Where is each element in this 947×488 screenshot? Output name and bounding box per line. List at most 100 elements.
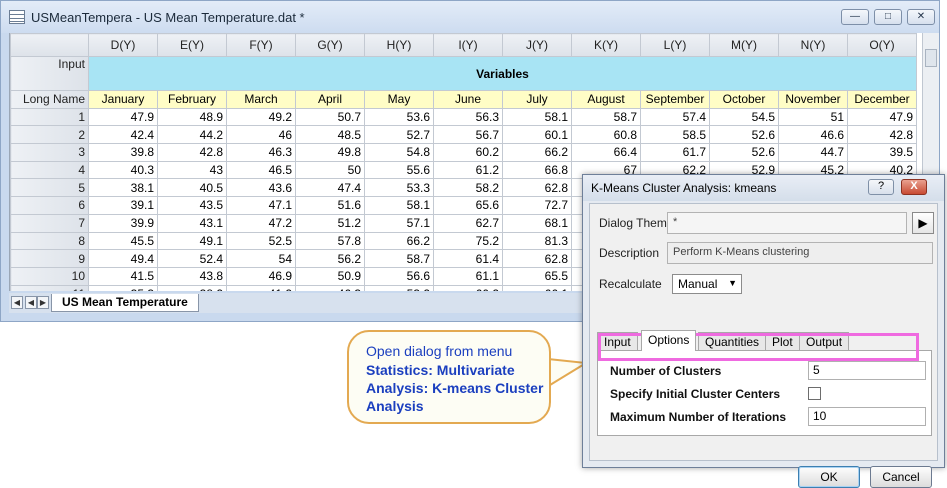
minimize-button[interactable]: — (841, 9, 869, 25)
row-header[interactable]: 5 (10, 178, 89, 198)
data-cell[interactable]: 47.1 (226, 196, 296, 215)
data-cell[interactable]: 44.7 (778, 143, 848, 162)
column-header[interactable]: K(Y) (571, 33, 641, 57)
data-cell[interactable]: 47.2 (226, 213, 296, 233)
input-cell[interactable]: Variables (88, 56, 917, 91)
data-cell[interactable]: 49.2 (226, 107, 296, 127)
data-cell[interactable]: 51 (778, 107, 848, 127)
data-cell[interactable]: 46.6 (778, 125, 848, 145)
data-cell[interactable]: 39.5 (847, 143, 917, 162)
data-cell[interactable]: 61.2 (433, 160, 503, 180)
data-cell[interactable]: 40.3 (88, 160, 158, 180)
data-cell[interactable]: 49.1 (157, 231, 227, 251)
long-name-cell[interactable]: October (709, 90, 779, 109)
data-cell[interactable]: 48.5 (295, 125, 365, 145)
data-cell[interactable]: 41.5 (88, 266, 158, 286)
long-name-cell[interactable]: June (433, 90, 503, 109)
data-cell[interactable]: 39.8 (88, 143, 158, 162)
data-cell[interactable]: 40.5 (157, 178, 227, 198)
long-name-cell[interactable]: April (295, 90, 365, 109)
data-cell[interactable]: 61.7 (640, 143, 710, 162)
column-header[interactable]: H(Y) (364, 33, 434, 57)
data-cell[interactable]: 44.2 (157, 125, 227, 145)
data-cell[interactable]: 46 (226, 125, 296, 145)
data-cell[interactable]: 81.3 (502, 231, 572, 251)
sheet-tab-us-mean-temperature[interactable]: US Mean Temperature (51, 294, 199, 312)
data-cell[interactable]: 58.7 (364, 249, 434, 268)
column-header[interactable]: L(Y) (640, 33, 710, 57)
data-cell[interactable]: 38.1 (88, 178, 158, 198)
data-cell[interactable]: 43 (157, 160, 227, 180)
row-header[interactable]: 6 (10, 196, 89, 215)
column-header[interactable]: O(Y) (847, 33, 917, 57)
dialog-titlebar[interactable]: K-Means Cluster Analysis: kmeans ? X (583, 175, 944, 201)
long-name-cell[interactable]: January (88, 90, 158, 109)
data-cell[interactable]: 46.3 (295, 284, 365, 291)
theme-menu-arrow-icon[interactable]: ▶ (912, 212, 934, 234)
data-cell[interactable]: 52.6 (709, 143, 779, 162)
row-header[interactable]: 2 (10, 125, 89, 145)
data-cell[interactable]: 68.1 (502, 213, 572, 233)
data-cell[interactable]: 55.6 (364, 160, 434, 180)
data-cell[interactable]: 60.1 (502, 125, 572, 145)
data-cell[interactable]: 56.3 (433, 107, 503, 127)
data-cell[interactable]: 42.4 (88, 125, 158, 145)
data-cell[interactable]: 60.2 (433, 284, 503, 291)
long-name-cell[interactable]: March (226, 90, 296, 109)
ok-button[interactable]: OK (798, 466, 860, 488)
data-cell[interactable]: 58.5 (640, 125, 710, 145)
data-cell[interactable]: 58.1 (364, 196, 434, 215)
column-header[interactable]: N(Y) (778, 33, 848, 57)
data-cell[interactable]: 39.9 (88, 213, 158, 233)
row-header[interactable]: 11 (10, 284, 89, 291)
data-cell[interactable]: 42.8 (157, 143, 227, 162)
data-cell[interactable]: 51.2 (295, 213, 365, 233)
data-cell[interactable]: 47.9 (847, 107, 917, 127)
data-cell[interactable]: 56.7 (433, 125, 503, 145)
data-cell[interactable]: 66.2 (364, 231, 434, 251)
data-cell[interactable]: 43.5 (157, 196, 227, 215)
data-cell[interactable]: 65.5 (502, 266, 572, 286)
row-header[interactable]: 1 (10, 107, 89, 127)
data-cell[interactable]: 52.7 (364, 125, 434, 145)
next-sheet-icon[interactable]: ▶ (37, 296, 49, 309)
data-cell[interactable]: 35.3 (88, 284, 158, 291)
worksheet-titlebar[interactable]: USMeanTempera - US Mean Temperature.dat … (1, 1, 939, 33)
data-cell[interactable]: 53.2 (364, 284, 434, 291)
dialog-theme-field[interactable]: * (667, 212, 907, 234)
data-cell[interactable]: 66.8 (502, 160, 572, 180)
data-cell[interactable]: 54 (226, 249, 296, 268)
data-cell[interactable]: 52.4 (157, 249, 227, 268)
row-header[interactable]: 3 (10, 143, 89, 162)
column-header[interactable]: E(Y) (157, 33, 227, 57)
long-name-cell[interactable]: February (157, 90, 227, 109)
initial-centers-checkbox[interactable] (808, 387, 821, 400)
data-cell[interactable]: 66.4 (571, 143, 641, 162)
data-cell[interactable]: 52.5 (226, 231, 296, 251)
data-cell[interactable]: 50.9 (295, 266, 365, 286)
data-cell[interactable]: 66.2 (502, 143, 572, 162)
column-header[interactable]: J(Y) (502, 33, 572, 57)
data-cell[interactable]: 48.9 (157, 107, 227, 127)
data-cell[interactable]: 58.7 (571, 107, 641, 127)
data-cell[interactable]: 50.7 (295, 107, 365, 127)
tab-options[interactable]: Options (641, 330, 697, 351)
data-cell[interactable]: 43.6 (226, 178, 296, 198)
prev-sheet-icon[interactable]: ◀ (25, 296, 37, 309)
data-cell[interactable]: 72.7 (502, 196, 572, 215)
column-header[interactable]: G(Y) (295, 33, 365, 57)
max-iterations-input[interactable]: 10 (808, 407, 926, 426)
data-cell[interactable]: 53.6 (364, 107, 434, 127)
cancel-button[interactable]: Cancel (870, 466, 932, 488)
first-sheet-icon[interactable]: ◀ (11, 296, 23, 309)
data-cell[interactable]: 60.2 (433, 143, 503, 162)
data-cell[interactable]: 43.8 (157, 266, 227, 286)
data-cell[interactable]: 54.8 (364, 143, 434, 162)
data-cell[interactable]: 58.1 (502, 107, 572, 127)
data-cell[interactable]: 61.4 (433, 249, 503, 268)
data-cell[interactable]: 38.2 (157, 284, 227, 291)
data-cell[interactable]: 46.5 (226, 160, 296, 180)
data-cell[interactable]: 57.8 (295, 231, 365, 251)
data-cell[interactable]: 60.8 (571, 125, 641, 145)
corner-cell[interactable] (10, 33, 89, 57)
